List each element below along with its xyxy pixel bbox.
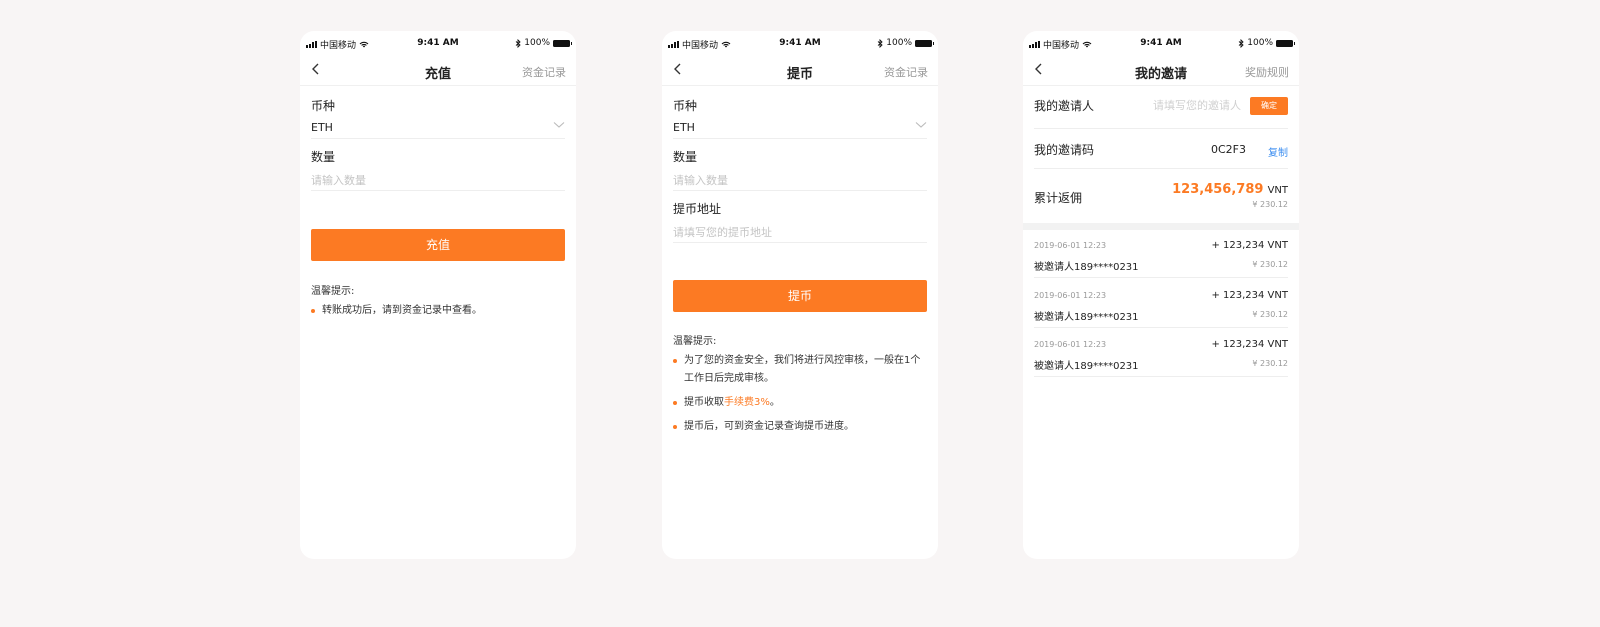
- list-item: 2019-06-01 12:23 + 123,234 VNT 被邀请人189**…: [1034, 240, 1288, 291]
- battery-icon: [553, 39, 572, 47]
- divider: [1034, 168, 1288, 169]
- address-input[interactable]: 请填写您的提币地址: [673, 224, 927, 240]
- deposit-screen: 中国移动 9:41 AM 100% 充值 资金记录 币种 ETH 数量 请输入数…: [300, 31, 576, 559]
- record-cny: ¥ 230.12: [1252, 260, 1288, 269]
- divider: [1034, 277, 1288, 278]
- nav-bar: 充值 资金记录: [300, 55, 576, 86]
- bluetooth-icon: [515, 38, 521, 48]
- chevron-down-icon: [553, 122, 565, 128]
- amount-label: 数量: [673, 150, 698, 164]
- record-invitee: 被邀请人189****0231: [1034, 361, 1139, 372]
- tip-text: 。: [769, 397, 780, 408]
- tip-text: 提币后，可到资金记录查询提币进度。: [684, 421, 854, 432]
- amount-label: 数量: [311, 150, 336, 164]
- currency-select[interactable]: 币种 ETH: [311, 97, 565, 139]
- tip-item: 转账成功后，请到资金记录中查看。: [311, 302, 565, 320]
- tips-title: 温馨提示:: [311, 286, 355, 297]
- currency-value: ETH: [673, 121, 695, 134]
- bullet-dot: [673, 401, 677, 405]
- record-amount: + 123,234 VNT: [1211, 290, 1288, 301]
- divider: [673, 242, 927, 243]
- tip-text: 转账成功后，请到资金记录中查看。: [322, 305, 482, 316]
- bluetooth-icon: [877, 38, 883, 48]
- record-invitee: 被邀请人189****0231: [1034, 262, 1139, 273]
- inviter-input[interactable]: [1131, 99, 1241, 112]
- record-date: 2019-06-01 12:23: [1034, 291, 1107, 300]
- total-rebate-unit: VNT: [1267, 185, 1288, 196]
- amount-field[interactable]: 数量 请输入数量: [311, 148, 565, 191]
- divider: [311, 190, 565, 191]
- nav-bar: 我的邀请 奖励规则: [1023, 55, 1299, 86]
- status-bar: 中国移动 9:41 AM 100%: [1023, 31, 1299, 55]
- currency-label: 币种: [311, 99, 336, 113]
- total-rebate-value: 123,456,789: [1172, 182, 1264, 197]
- tips-title: 温馨提示:: [673, 336, 717, 347]
- total-rebate-cny: ¥ 230.12: [1252, 200, 1288, 209]
- battery-percent: 100%: [524, 38, 550, 48]
- withdraw-button[interactable]: 提币: [673, 280, 927, 312]
- nav-bar: 提币 资金记录: [662, 55, 938, 86]
- battery-percent: 100%: [886, 38, 912, 48]
- list-item: 2019-06-01 12:23 + 123,234 VNT 被邀请人189**…: [1034, 339, 1288, 390]
- amount-field[interactable]: 数量 请输入数量: [673, 148, 927, 191]
- divider: [1034, 128, 1288, 129]
- tip-item: 提币收取手续费3%。: [673, 394, 927, 412]
- total-rebate-amount: 123,456,789 VNT: [1172, 182, 1288, 197]
- divider: [673, 138, 927, 139]
- battery-icon: [915, 39, 934, 47]
- bullet-dot: [673, 359, 677, 363]
- record-amount: + 123,234 VNT: [1211, 339, 1288, 350]
- list-item: 2019-06-01 12:23 + 123,234 VNT 被邀请人189**…: [1034, 290, 1288, 341]
- fee-highlight: 手续费3%: [724, 397, 770, 408]
- confirm-button[interactable]: 确定: [1250, 97, 1288, 115]
- tip-item: 提币后，可到资金记录查询提币进度。: [673, 418, 927, 436]
- bluetooth-icon: [1238, 38, 1244, 48]
- currency-value: ETH: [311, 121, 333, 134]
- address-label: 提币地址: [673, 202, 722, 216]
- currency-label: 币种: [673, 99, 698, 113]
- tip-text-line: 工作日后完成审核。: [684, 373, 774, 384]
- bullet-dot: [311, 309, 315, 313]
- status-bar: 中国移动 9:41 AM 100%: [662, 31, 938, 55]
- fund-records-link[interactable]: 资金记录: [522, 64, 566, 80]
- divider: [311, 138, 565, 139]
- currency-select[interactable]: 币种 ETH: [673, 97, 927, 139]
- record-amount: + 123,234 VNT: [1211, 240, 1288, 251]
- tip-text-line: 为了您的资金安全，我们将进行风控审核，一般在1个: [684, 355, 921, 366]
- record-invitee: 被邀请人189****0231: [1034, 312, 1139, 323]
- invite-code-label: 我的邀请码: [1034, 143, 1095, 157]
- invite-code-row: 我的邀请码: [1034, 141, 1288, 158]
- amount-input[interactable]: 请输入数量: [311, 172, 565, 188]
- section-gap: [1023, 223, 1299, 230]
- chevron-down-icon: [915, 122, 927, 128]
- tip-text: 提币收取: [684, 397, 724, 408]
- battery-percent: 100%: [1247, 38, 1273, 48]
- invite-code-value: 0C2F3: [1210, 143, 1246, 156]
- divider: [1034, 327, 1288, 328]
- address-field[interactable]: 提币地址 请填写您的提币地址: [673, 200, 927, 243]
- record-date: 2019-06-01 12:23: [1034, 340, 1107, 349]
- battery-icon: [1276, 39, 1295, 47]
- record-cny: ¥ 230.12: [1252, 359, 1288, 368]
- record-date: 2019-06-01 12:23: [1034, 241, 1107, 250]
- amount-input[interactable]: 请输入数量: [673, 172, 927, 188]
- status-bar: 中国移动 9:41 AM 100%: [300, 31, 576, 55]
- divider: [673, 190, 927, 191]
- bullet-dot: [673, 425, 677, 429]
- copy-button[interactable]: 复制: [1268, 144, 1288, 159]
- record-cny: ¥ 230.12: [1252, 310, 1288, 319]
- fund-records-link[interactable]: 资金记录: [884, 64, 928, 80]
- invite-screen: 中国移动 9:41 AM 100% 我的邀请 奖励规则 我的邀请人 确定 我的邀…: [1023, 31, 1299, 559]
- reward-rules-link[interactable]: 奖励规则: [1245, 64, 1289, 80]
- deposit-button[interactable]: 充值: [311, 229, 565, 261]
- divider: [1034, 376, 1288, 377]
- withdraw-screen: 中国移动 9:41 AM 100% 提币 资金记录 币种 ETH 数量 请输入数…: [662, 31, 938, 559]
- tip-item: 为了您的资金安全，我们将进行风控审核，一般在1个 工作日后完成审核。: [673, 352, 927, 388]
